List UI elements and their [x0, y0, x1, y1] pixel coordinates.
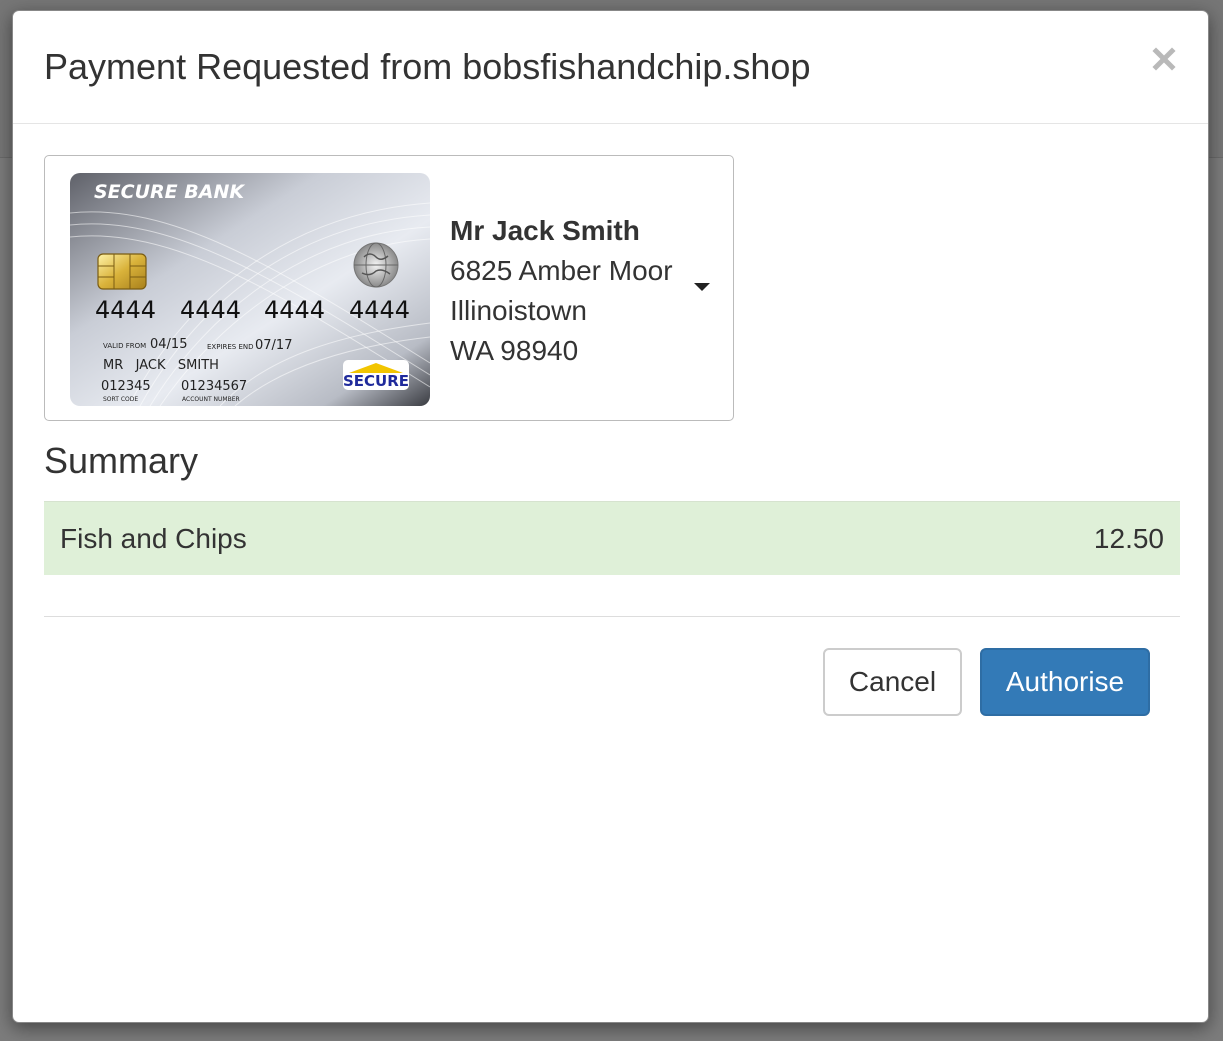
billing-address: Mr Jack Smith 6825 Amber Moor Illinoisto… [450, 211, 673, 371]
card-account-number: 01234567 [181, 379, 247, 394]
cancel-button[interactable]: Cancel [823, 648, 962, 716]
address-line1: 6825 Amber Moor [450, 255, 673, 286]
card-sort-code: 012345 [101, 379, 151, 394]
summary-item-amount: 12.50 [818, 501, 1180, 575]
card-number-group: 4444 [180, 296, 241, 324]
authorise-button[interactable]: Authorise [980, 648, 1150, 716]
card-sort-code-label: SORT CODE [103, 396, 138, 403]
summary-heading: Summary [44, 440, 199, 481]
close-button[interactable] [1148, 39, 1180, 79]
card-secure-logo: SECURE [343, 360, 409, 390]
svg-text:SECURE: SECURE [343, 372, 409, 390]
card-number-group: 4444 [264, 296, 325, 324]
card-valid-from-label: VALID FROM [103, 342, 146, 350]
card-expires: 07/17 [255, 338, 292, 353]
address-region-postcode: WA 98940 [450, 335, 579, 366]
card-expires-label: EXPIRES END [207, 343, 254, 351]
credit-card-image: SECURE BANK 4444 4444 4444 4444 VALID FR… [70, 173, 430, 406]
cardholder-name: Mr Jack Smith [450, 215, 640, 246]
summary-table: Fish and Chips 12.50 [44, 501, 1180, 575]
card-hologram-icon [353, 242, 399, 288]
card-bank-name: SECURE BANK [94, 181, 245, 203]
card-account-number-label: ACCOUNT NUMBER [182, 396, 240, 403]
payment-card-selector[interactable]: SECURE BANK 4444 4444 4444 4444 VALID FR… [44, 155, 734, 421]
payment-dialog: Payment Requested from bobsfishandchip.s… [12, 10, 1209, 1023]
footer-divider [44, 616, 1180, 617]
dialog-header: Payment Requested from bobsfishandchip.s… [13, 11, 1208, 124]
address-city: Illinoistown [450, 295, 587, 326]
card-valid-from: 04/15 [150, 337, 187, 352]
chevron-down-icon[interactable] [694, 283, 710, 291]
card-number-group: 4444 [95, 296, 156, 324]
close-icon [1152, 47, 1176, 71]
dialog-title: Payment Requested from bobsfishandchip.s… [44, 46, 811, 87]
summary-row: Fish and Chips 12.50 [44, 501, 1180, 575]
card-holder-name: MR JACK SMITH [103, 358, 219, 373]
card-number-group: 4444 [349, 296, 410, 324]
summary-item-label: Fish and Chips [44, 501, 819, 575]
